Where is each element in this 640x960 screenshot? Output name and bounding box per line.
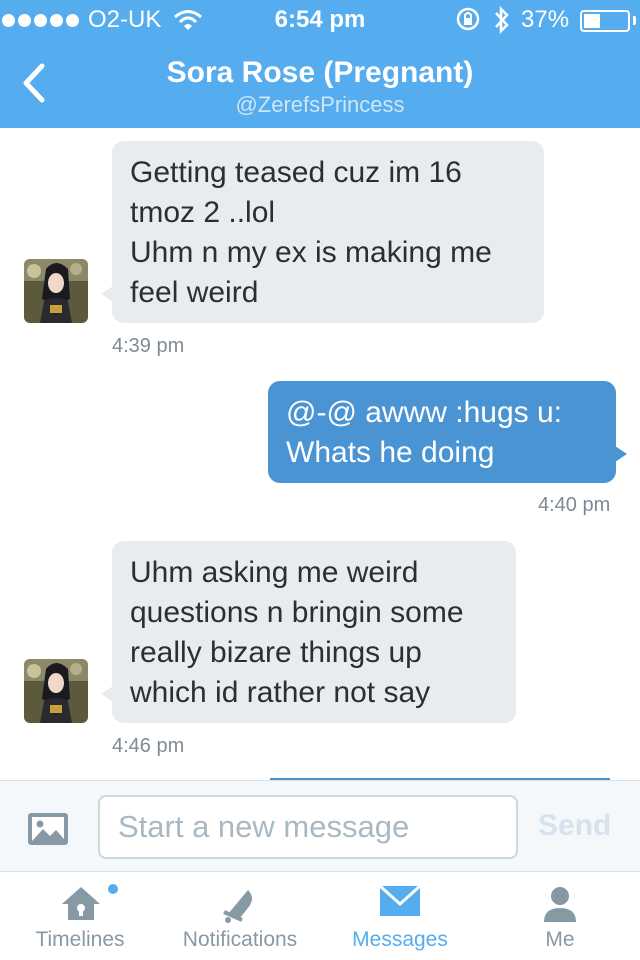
tab-notifications[interactable]: Notifications <box>160 872 320 960</box>
message-bubble-incoming[interactable]: Uhm asking me weird questions n bringin … <box>112 541 516 723</box>
bluetooth-icon <box>495 5 509 35</box>
status-bar: O2-UK 6:54 pm 37% <box>0 0 640 40</box>
unread-dot <box>108 884 118 894</box>
message-line: Uhm n my ex is making me <box>130 236 492 269</box>
tab-label: Timelines <box>35 928 125 951</box>
message-line: tmoz 2 ..lol <box>130 196 276 229</box>
message-timestamp: 4:40 pm <box>538 494 611 516</box>
tab-label: Notifications <box>182 928 298 951</box>
message-line: feel weird <box>130 276 259 309</box>
battery-icon <box>580 10 630 32</box>
home-icon <box>62 887 100 920</box>
conversation-title: Sora Rose (Pregnant) <box>166 56 474 89</box>
message-line: Uhm asking me weird <box>130 556 419 589</box>
message-line: which id rather not say <box>130 676 431 709</box>
conversation-thread[interactable]: Getting teased cuz im 16 tmoz 2 ..lol Uh… <box>0 128 640 780</box>
bell-icon <box>223 890 252 923</box>
tab-me[interactable]: Me <box>480 872 640 960</box>
conversation-handle: @ZerefsPrincess <box>235 92 405 117</box>
envelope-icon <box>378 884 422 916</box>
message-line: Getting teased cuz im 16 <box>130 156 462 189</box>
tab-bar: Timelines Notifications Messages Me <box>0 872 640 960</box>
message-line: questions n bringin some <box>130 596 464 629</box>
rotation-lock-icon <box>456 7 480 31</box>
battery-percentage: 37% <box>521 6 570 33</box>
bubble-tail <box>615 446 627 462</box>
avatar[interactable] <box>24 259 88 323</box>
person-icon <box>544 887 576 922</box>
tab-timelines[interactable]: Timelines <box>0 872 160 960</box>
message-composer: Send <box>0 780 640 872</box>
photo-icon[interactable] <box>26 811 70 847</box>
send-button[interactable]: Send <box>538 809 611 843</box>
avatar[interactable] <box>24 659 88 723</box>
message-line: @-@ awww :hugs u: <box>286 396 562 429</box>
battery-tip <box>633 16 636 25</box>
tab-messages[interactable]: Messages <box>320 872 480 960</box>
bubble-tail <box>101 686 113 702</box>
bubble-tail <box>101 286 113 302</box>
message-bubble-outgoing[interactable]: @-@ awww :hugs u: Whats he doing <box>268 381 616 483</box>
message-timestamp: 4:39 pm <box>112 335 185 357</box>
message-line: Whats he doing <box>286 436 495 469</box>
tab-label: Messages <box>352 928 448 951</box>
header: O2-UK 6:54 pm 37% Sora Rose (Pregnant) @… <box>0 0 640 128</box>
message-line: really bizare things up <box>130 636 422 669</box>
tab-label: Me <box>545 928 575 951</box>
message-timestamp: 4:46 pm <box>112 735 185 757</box>
message-input[interactable] <box>98 795 518 859</box>
message-bubble-incoming[interactable]: Getting teased cuz im 16 tmoz 2 ..lol Uh… <box>112 141 544 323</box>
